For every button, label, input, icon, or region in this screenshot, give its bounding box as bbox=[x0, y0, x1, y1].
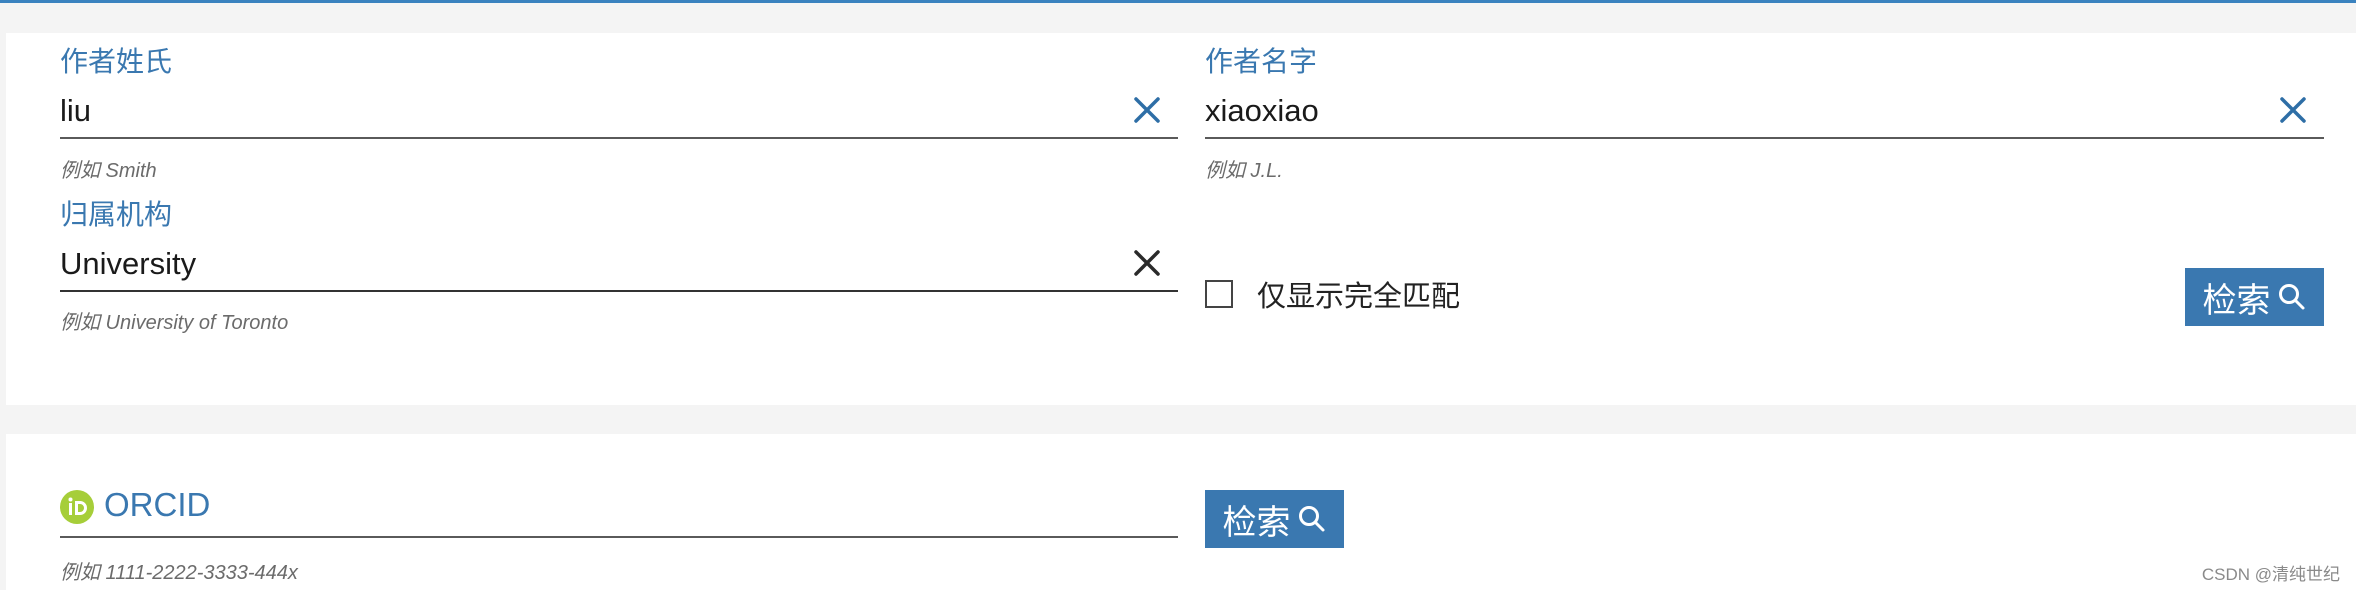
first-name-field bbox=[1205, 87, 2324, 139]
search-button-label: 检索 bbox=[2202, 281, 2271, 320]
search-icon bbox=[1298, 506, 1324, 532]
close-icon bbox=[1134, 97, 1160, 123]
last-name-field bbox=[60, 87, 1178, 139]
orcid-search-button[interactable]: 检索 bbox=[1205, 490, 1344, 548]
exact-match-checkbox[interactable]: 仅显示完全匹配 bbox=[1205, 276, 1461, 313]
last-name-hint: 例如 Smith bbox=[60, 160, 157, 182]
last-name-input[interactable] bbox=[60, 87, 1118, 135]
last-name-clear-button[interactable] bbox=[1130, 93, 1164, 127]
orcid-hint: 例如 1111-2222-3333-444x bbox=[60, 562, 298, 584]
close-icon bbox=[1134, 250, 1160, 276]
top-accent-line bbox=[0, 0, 2356, 3]
close-icon bbox=[2280, 97, 2306, 123]
orcid-input[interactable] bbox=[156, 488, 1156, 536]
author-search-button[interactable]: 检索 bbox=[2185, 268, 2324, 326]
affiliation-input[interactable] bbox=[60, 240, 1118, 288]
orcid-underline bbox=[60, 536, 1178, 538]
affiliation-clear-button[interactable] bbox=[1130, 246, 1164, 280]
first-name-input[interactable] bbox=[1205, 87, 2264, 135]
watermark: CSDN @清纯世纪 bbox=[2201, 565, 2340, 584]
last-name-label: 作者姓氏 bbox=[60, 46, 173, 77]
first-name-label: 作者名字 bbox=[1205, 46, 1318, 77]
affiliation-field bbox=[60, 240, 1178, 292]
search-icon bbox=[2278, 284, 2304, 310]
search-button-label: 检索 bbox=[1222, 503, 1291, 542]
first-name-clear-button[interactable] bbox=[2276, 93, 2310, 127]
checkbox-box[interactable] bbox=[1205, 280, 1233, 308]
affiliation-label: 归属机构 bbox=[60, 199, 173, 230]
orcid-field bbox=[60, 488, 1178, 536]
affiliation-hint: 例如 University of Toronto bbox=[60, 312, 289, 334]
first-name-hint: 例如 J.L. bbox=[1205, 160, 1283, 182]
exact-match-label: 仅显示完全匹配 bbox=[1257, 281, 1461, 313]
